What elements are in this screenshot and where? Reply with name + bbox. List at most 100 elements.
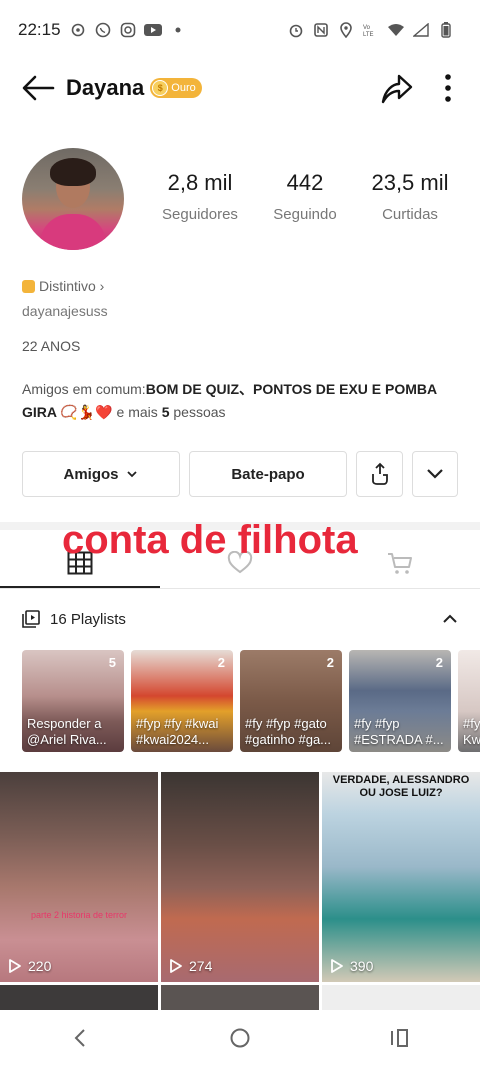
following-label: Seguindo (273, 206, 337, 223)
status-right-icons: Vo LTE (287, 21, 462, 39)
nav-back-button[interactable] (50, 1018, 110, 1058)
playlists-label: 16 Playlists (50, 610, 126, 628)
distintivo-badge-icon (22, 279, 35, 293)
ouro-badge[interactable]: $ Ouro (150, 78, 202, 98)
playlist-card[interactable]: 5 Responder a @Ariel Riva... (22, 650, 124, 752)
nfc-icon (312, 21, 330, 39)
profile-handle: dayanajesuss (22, 303, 108, 319)
video-grid: parte 2 historia de terror 220 274 VERDA… (0, 772, 480, 1010)
followers-stat[interactable]: 2,8 mil Seguidores (150, 170, 250, 223)
distintivo-label: Distintivo › (39, 278, 105, 294)
chat-button[interactable]: Bate-papo (189, 451, 347, 497)
expand-button[interactable] (412, 451, 458, 497)
video-plays: 220 (8, 958, 51, 974)
friends-button[interactable]: Amigos (22, 451, 180, 497)
chat-button-label: Bate-papo (231, 465, 305, 483)
following-stat[interactable]: 442 Seguindo (255, 170, 355, 223)
profile-avatar[interactable] (22, 148, 124, 250)
overlay-caption: conta de filhota (62, 518, 358, 562)
playlist-caption: Responder a @Ariel Riva... (27, 716, 107, 747)
play-icon (331, 959, 343, 973)
coin-icon: $ (152, 80, 169, 96)
playlists-header[interactable]: 16 Playlists (0, 600, 480, 638)
following-count: 442 (286, 170, 324, 195)
video-overlay-text: parte 2 historia de terror (30, 910, 128, 920)
cart-icon (388, 553, 412, 574)
alarm-icon (287, 21, 305, 39)
play-icon (9, 959, 21, 973)
status-bar: 22:15 Vo LTE (0, 0, 480, 60)
profile-age: 22 ANOS (22, 338, 81, 354)
nav-recents-button[interactable] (370, 1018, 430, 1058)
youtube-icon (143, 21, 162, 39)
video-plays: 274 (169, 958, 212, 974)
video-plays: 390 (330, 958, 373, 974)
friends-button-label: Amigos (63, 465, 119, 483)
svg-text:LTE: LTE (363, 32, 374, 38)
playlist-caption: #fyp #fy #kwai #kwai2024... (136, 716, 219, 747)
back-button[interactable] (20, 70, 56, 106)
mutual-suffix: pessoas (169, 404, 226, 420)
likes-stat[interactable]: 23,5 mil Curtidas (360, 170, 460, 223)
followers-count: 2,8 mil (167, 170, 233, 195)
mutual-mid: e mais (112, 404, 162, 420)
chevron-down-icon (126, 471, 137, 478)
mutual-prefix: Amigos em comum: (22, 381, 146, 397)
share-arrow-icon (381, 74, 413, 104)
recents-icon (391, 1029, 408, 1047)
playlist-card[interactable]: 2 #fy #fyp #gato #gatinho #ga... (240, 650, 342, 752)
likes-label: Curtidas (382, 206, 438, 223)
followers-label: Seguidores (162, 206, 238, 223)
playlist-count: 2 (217, 655, 225, 670)
playlist-caption: #fy #fyp #gato #gatinho #ga... (245, 716, 332, 747)
nav-home-button[interactable] (210, 1018, 270, 1058)
mutual-friends[interactable]: Amigos em comum:BOM DE QUIZ、PONTOS DE EX… (22, 378, 462, 424)
playlist-card[interactable]: 2 #fyp #fy #kwai #kwai2024... (131, 650, 233, 752)
video-play-count: 220 (28, 958, 52, 974)
sync-icon (69, 21, 87, 39)
more-options-button[interactable] (436, 68, 460, 108)
video-thumbnail[interactable]: 274 (161, 772, 319, 982)
profile-actions: Amigos Bate-papo (22, 451, 458, 497)
tabs-border (0, 588, 480, 589)
share-hand-icon (371, 462, 388, 485)
profile-stats: 2,8 mil Seguidores 442 Seguindo 23,5 mil… (150, 170, 460, 223)
profile-username: Dayana (66, 75, 145, 100)
playlist-icon (22, 610, 40, 628)
volte-icon: Vo LTE (362, 21, 380, 39)
play-icon (170, 959, 182, 973)
share-button[interactable] (376, 68, 416, 108)
video-thumbnail[interactable] (161, 985, 319, 1010)
instagram-icon (119, 21, 137, 39)
chevron-left-icon (74, 1029, 85, 1047)
share-profile-button[interactable] (356, 451, 403, 497)
profile-header: Dayana $ Ouro (0, 60, 480, 116)
video-play-count: 274 (189, 958, 213, 974)
playlist-count: 5 (108, 655, 116, 670)
likes-count: 23,5 mil (371, 170, 449, 195)
distintivo-link[interactable]: Distintivo › (22, 278, 104, 294)
video-thumbnail[interactable] (322, 985, 480, 1010)
whatsapp-icon (94, 21, 112, 39)
video-thumbnail[interactable]: parte 2 historia de terror 220 (0, 772, 158, 982)
arrow-left-icon (22, 75, 55, 101)
wifi-icon (387, 21, 405, 39)
location-icon (337, 21, 355, 39)
signal-icon (412, 21, 430, 39)
playlist-card[interactable]: 2 #fy #fyp #ESTRADA #... (349, 650, 451, 752)
video-thumbnail[interactable]: VERDADE, ALESSANDRO OU JOSE LUIZ? 390 (322, 772, 480, 982)
video-thumbnail[interactable] (0, 985, 158, 1010)
status-time: 22:15 (18, 20, 61, 39)
battery-icon (437, 21, 455, 39)
video-title-text: VERDADE, ALESSANDRO OU JOSE LUIZ? (332, 774, 470, 799)
playlist-caption: #fy #fyp #ESTRADA #... (354, 716, 444, 747)
chevron-down-icon (427, 469, 443, 479)
more-vertical-icon (445, 74, 451, 102)
svg-text:Vo: Vo (363, 25, 371, 31)
playlist-carousel: 5 Responder a @Ariel Riva... 2 #fyp #fy … (22, 650, 480, 752)
system-nav-bar (0, 1010, 480, 1066)
notification-dot-icon (169, 21, 187, 39)
playlist-card[interactable]: #fy Kw (458, 650, 480, 752)
playlist-count: 2 (435, 655, 443, 670)
ouro-badge-label: Ouro (171, 82, 196, 94)
